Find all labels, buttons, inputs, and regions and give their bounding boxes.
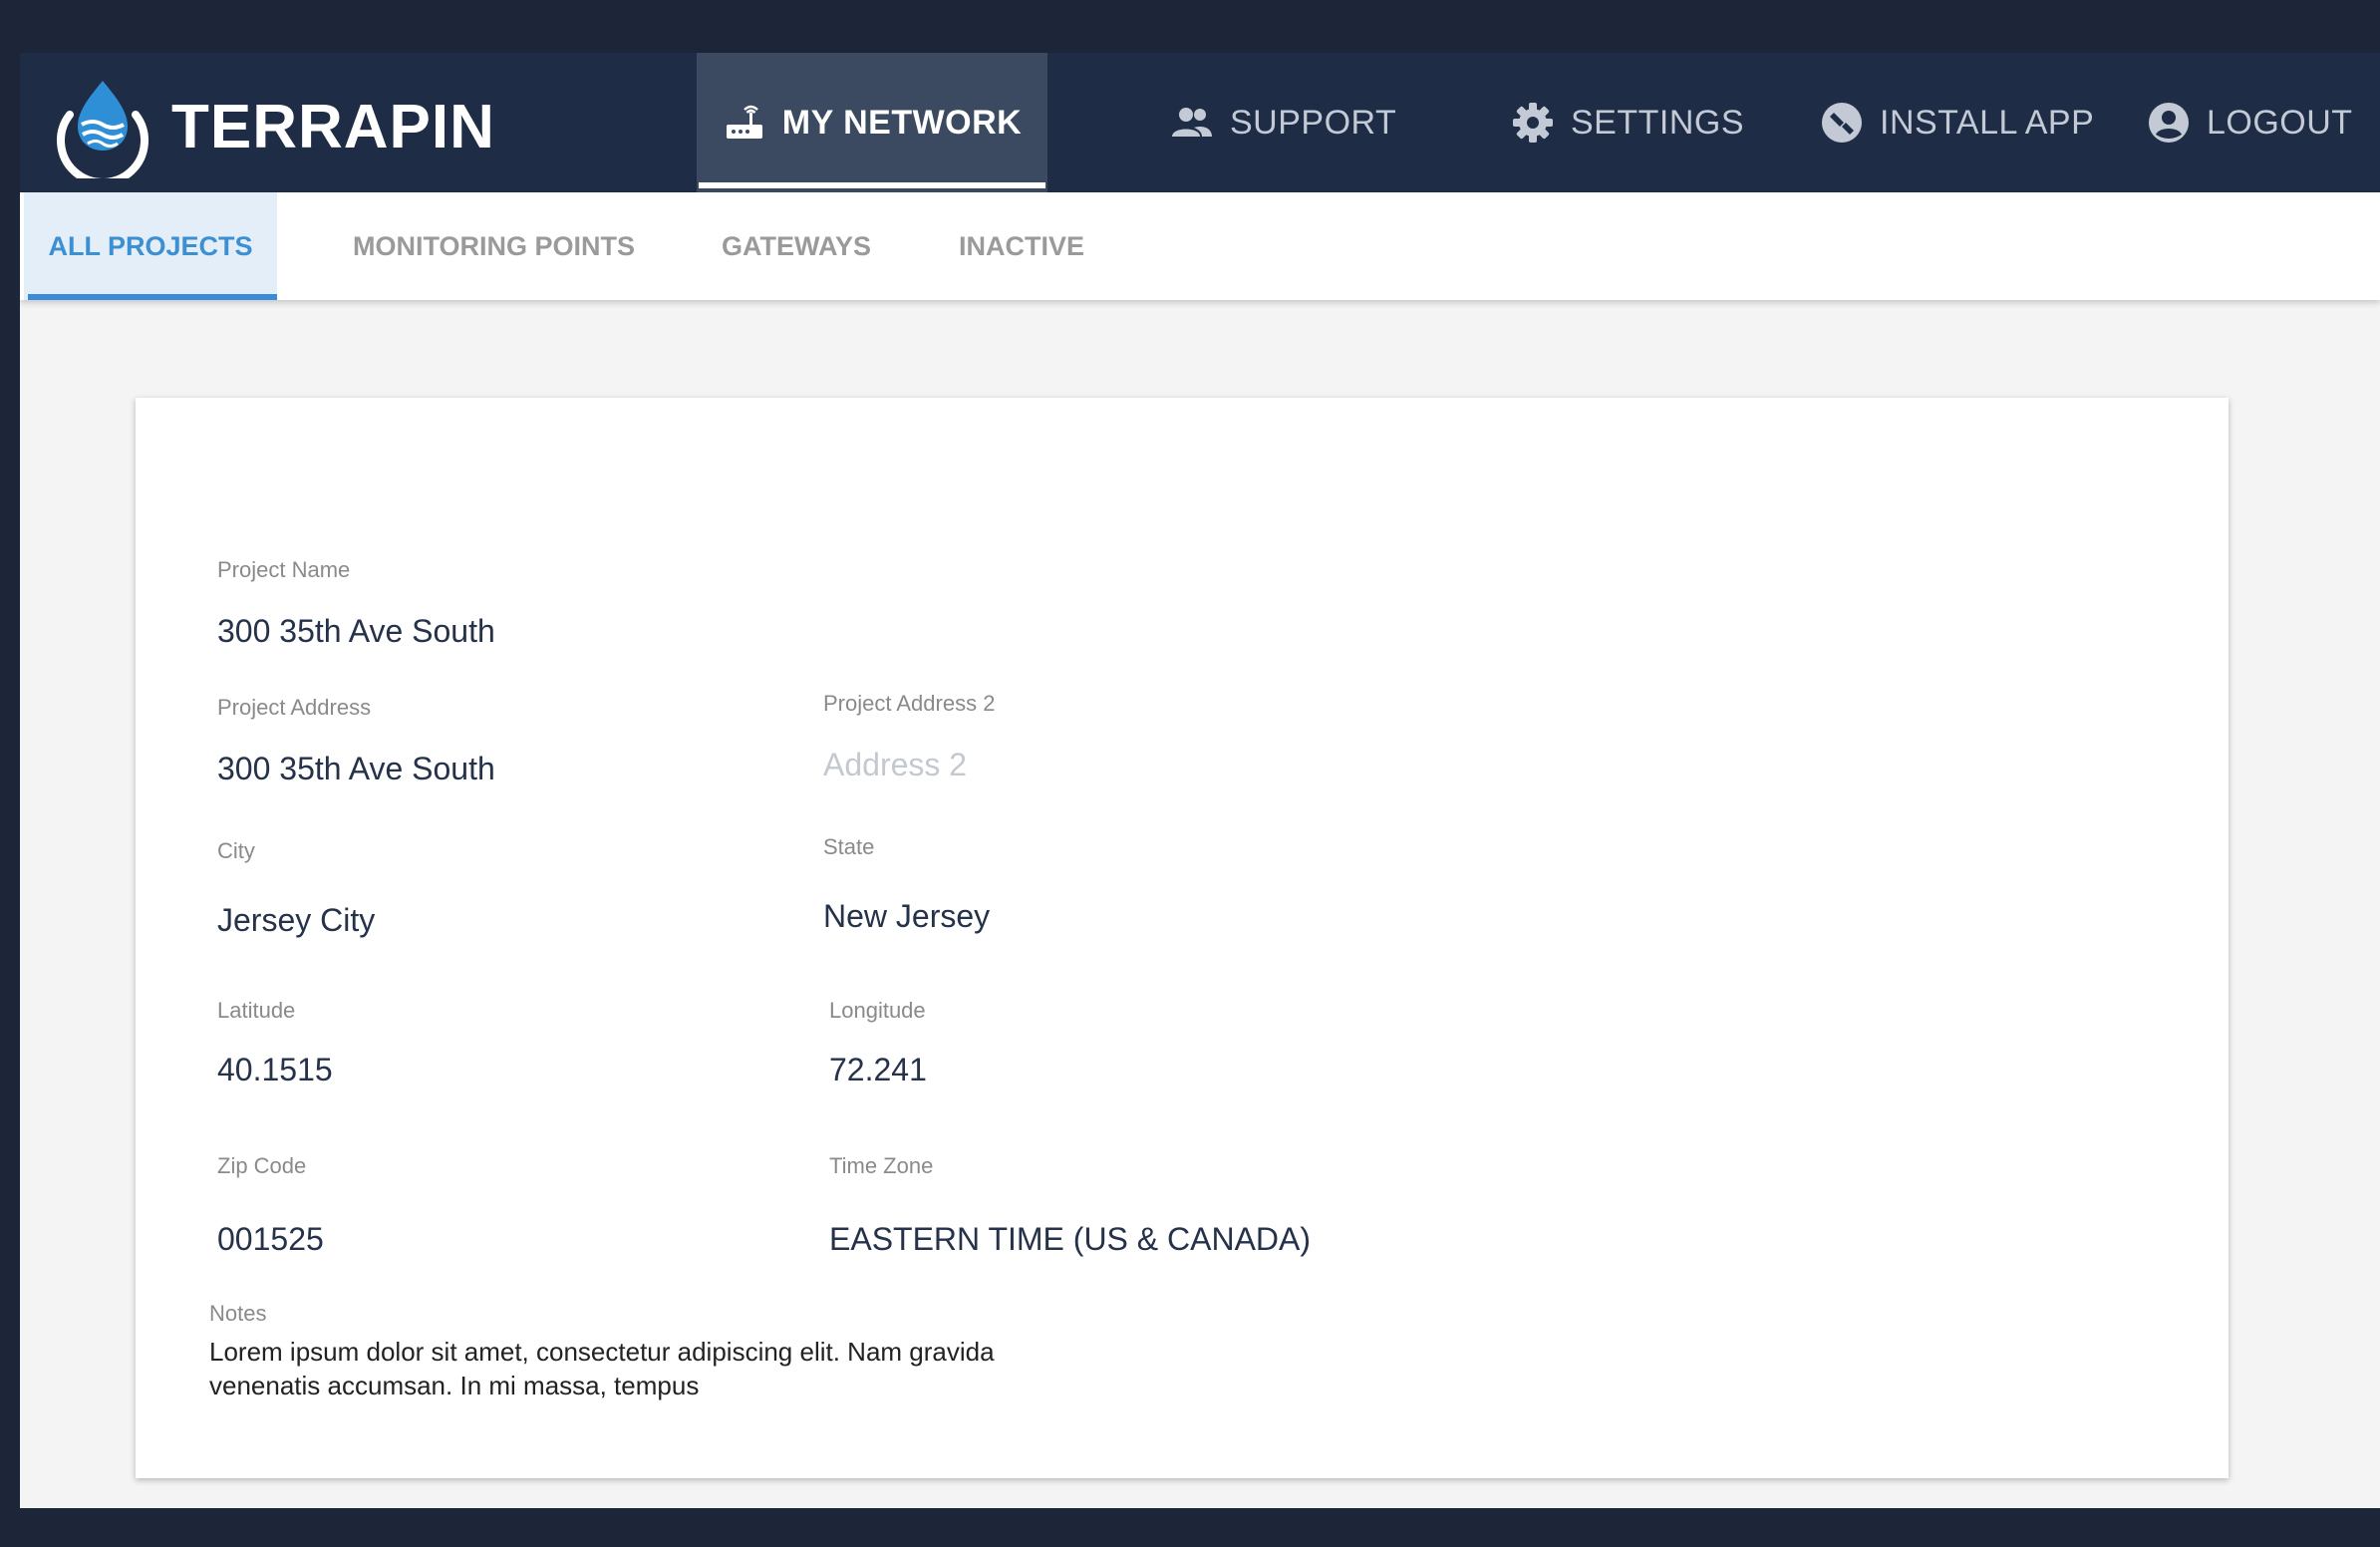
time-zone-label: Time Zone bbox=[829, 1153, 934, 1178]
notes-field[interactable]: Notes Lorem ipsum dolor sit amet, consec… bbox=[209, 1301, 1106, 1402]
project-name-field[interactable]: Project Name 300 35th Ave South bbox=[217, 557, 495, 650]
nav-settings[interactable]: SETTINGS bbox=[1511, 53, 1744, 192]
tab-gateways[interactable]: GATEWAYS bbox=[722, 192, 871, 300]
project-name-value[interactable]: 300 35th Ave South bbox=[217, 613, 495, 650]
project-address-2-field[interactable]: Project Address 2 Address 2 bbox=[823, 691, 995, 783]
tab-inactive[interactable]: INACTIVE bbox=[959, 192, 1084, 300]
project-address-2-input[interactable]: Address 2 bbox=[823, 747, 995, 783]
tab-monitoring-points[interactable]: MONITORING POINTS bbox=[353, 192, 635, 300]
latitude-label: Latitude bbox=[217, 998, 296, 1023]
people-icon bbox=[1172, 108, 1212, 137]
city-field[interactable]: City Jersey City bbox=[217, 838, 375, 939]
nav-support[interactable]: SUPPORT bbox=[1170, 53, 1396, 192]
nav-install-app[interactable]: INSTALL APP bbox=[1820, 53, 2094, 192]
city-label: City bbox=[217, 838, 255, 863]
time-zone-value[interactable]: EASTERN TIME (US & CANADA) bbox=[829, 1221, 1311, 1258]
project-address-2-label: Project Address 2 bbox=[823, 691, 996, 716]
nav-my-network-label: MY NETWORK bbox=[781, 103, 1023, 142]
city-value[interactable]: Jersey City bbox=[217, 902, 375, 939]
nav-support-label: SUPPORT bbox=[1230, 103, 1397, 142]
nav-logout[interactable]: LOGOUT bbox=[2147, 53, 2353, 192]
project-details-card: Project Name 300 35th Ave South Project … bbox=[136, 398, 2229, 1478]
top-navigation-bar: TERRAPIN MY NETWORK SUPPORT SETTINGS INS… bbox=[20, 53, 2380, 192]
state-value[interactable]: New Jersey bbox=[823, 898, 990, 935]
router-icon bbox=[726, 105, 762, 139]
project-address-value[interactable]: 300 35th Ave South bbox=[217, 751, 495, 787]
zip-code-label: Zip Code bbox=[217, 1153, 307, 1178]
nav-install-app-label: INSTALL APP bbox=[1880, 103, 2095, 142]
zip-code-value[interactable]: 001525 bbox=[217, 1221, 324, 1258]
latitude-value[interactable]: 40.1515 bbox=[217, 1052, 333, 1088]
nav-my-network[interactable]: MY NETWORK bbox=[697, 53, 1047, 192]
brand-name: TERRAPIN bbox=[171, 92, 495, 161]
notes-line-1: Lorem ipsum dolor sit amet, consectetur … bbox=[209, 1337, 995, 1367]
state-label: State bbox=[823, 834, 875, 859]
state-field[interactable]: State New Jersey bbox=[823, 834, 990, 935]
bottom-edge bbox=[20, 1508, 2380, 1528]
brand-logo[interactable]: TERRAPIN bbox=[50, 75, 495, 178]
project-address-label: Project Address bbox=[217, 695, 372, 720]
latitude-field[interactable]: Latitude 40.1515 bbox=[217, 998, 333, 1088]
water-drop-logo-icon bbox=[57, 81, 149, 178]
nav-settings-label: SETTINGS bbox=[1571, 103, 1745, 142]
install-app-icon bbox=[1822, 103, 1862, 143]
notes-label: Notes bbox=[209, 1301, 267, 1326]
longitude-label: Longitude bbox=[829, 998, 926, 1023]
app-window: TERRAPIN MY NETWORK SUPPORT SETTINGS INS… bbox=[20, 53, 2380, 1528]
zip-code-field[interactable]: Zip Code 001525 bbox=[217, 1153, 324, 1258]
nav-logout-label: LOGOUT bbox=[2207, 103, 2353, 142]
time-zone-field[interactable]: Time Zone EASTERN TIME (US & CANADA) bbox=[829, 1153, 1311, 1258]
notes-line-2: venenatis accumsan. In mi massa, tempus bbox=[209, 1371, 700, 1400]
sub-navigation-tabs: ALL PROJECTS MONITORING POINTS GATEWAYS … bbox=[20, 192, 2380, 300]
longitude-field[interactable]: Longitude 72.241 bbox=[829, 998, 927, 1088]
tab-all-projects[interactable]: ALL PROJECTS bbox=[24, 192, 277, 300]
project-name-label: Project Name bbox=[217, 557, 351, 582]
account-circle-icon bbox=[2149, 103, 2189, 143]
longitude-value[interactable]: 72.241 bbox=[829, 1052, 927, 1088]
project-address-field[interactable]: Project Address 300 35th Ave South bbox=[217, 695, 495, 787]
gear-icon bbox=[1513, 103, 1553, 143]
